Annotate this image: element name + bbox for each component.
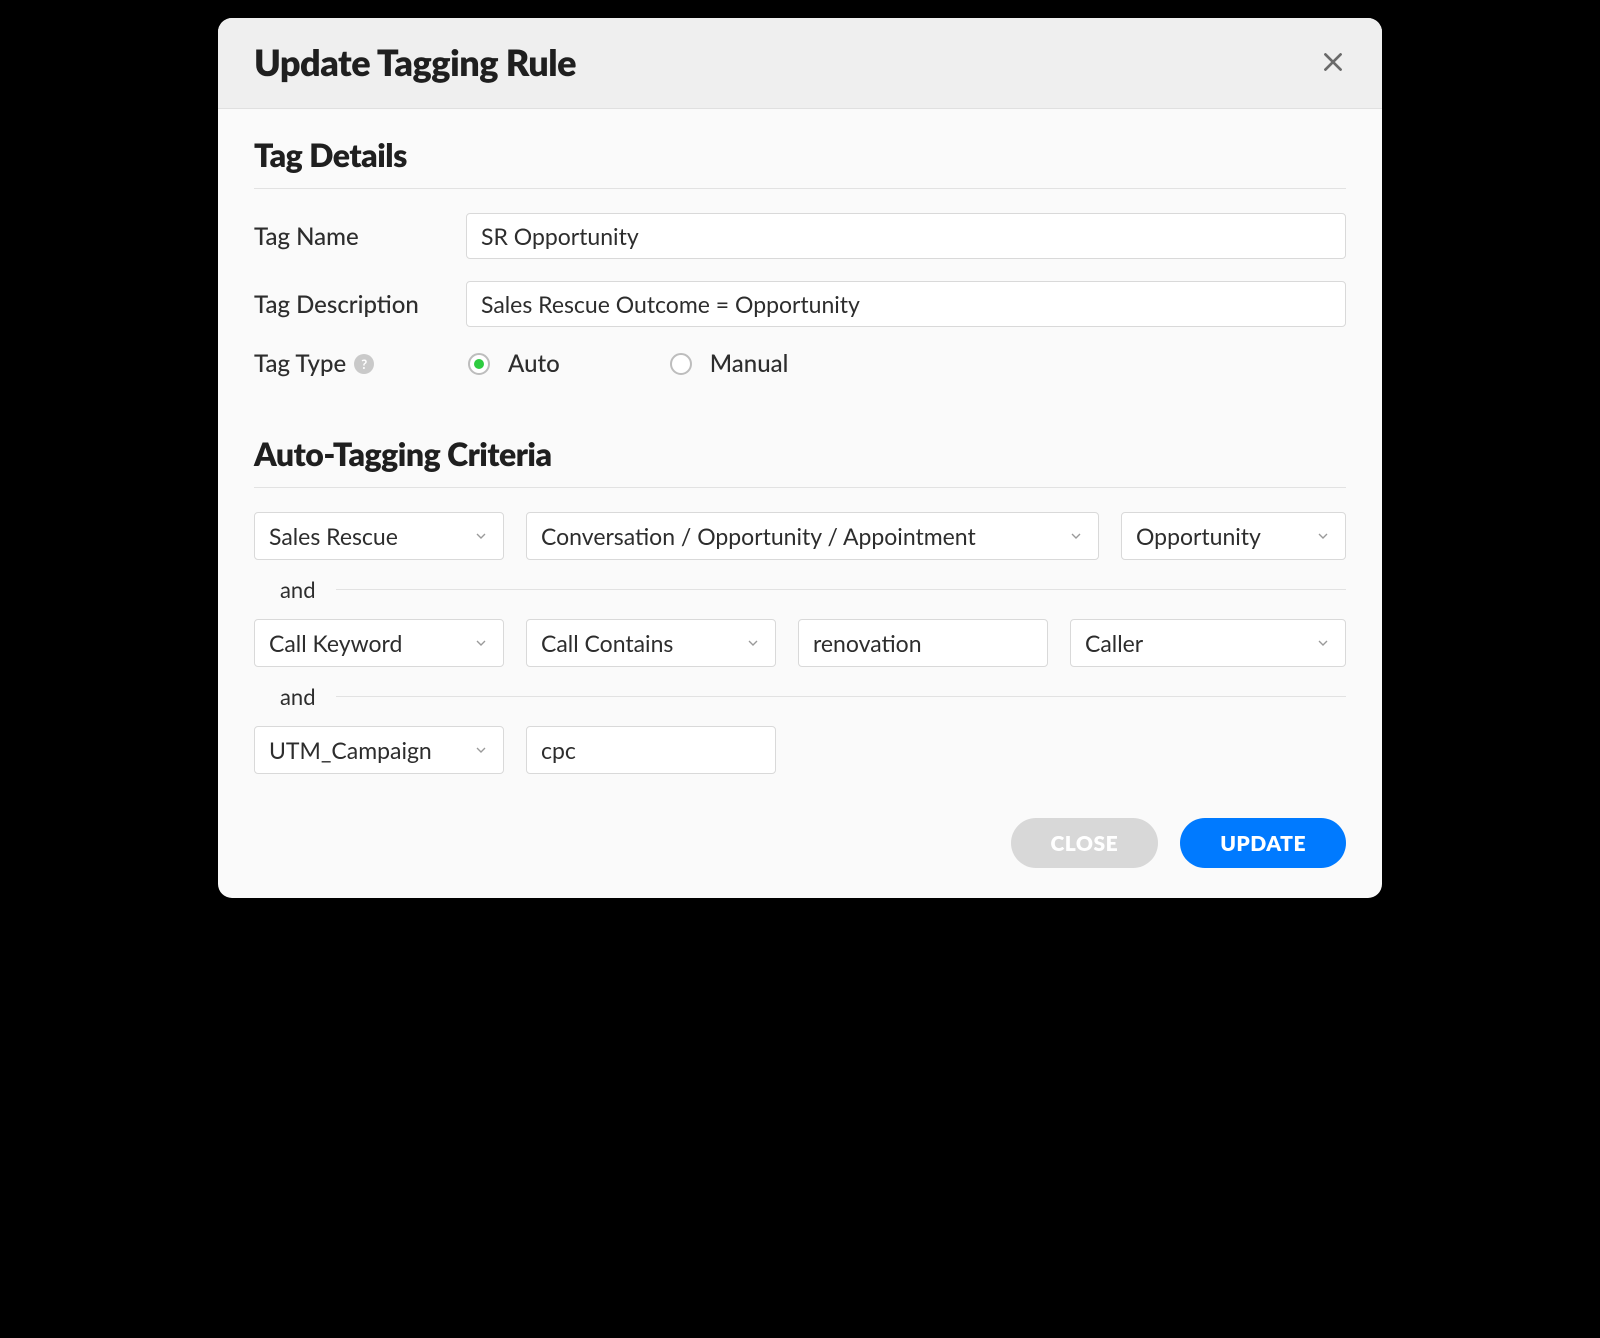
tag-type-label: Tag Type ? [254, 349, 466, 378]
select-value: Call Contains [541, 629, 673, 657]
criteria-value-select[interactable]: Opportunity [1121, 512, 1346, 560]
connector-label: and [280, 683, 316, 710]
tag-details-heading: Tag Details [254, 135, 1346, 174]
tag-name-row: Tag Name [254, 213, 1346, 259]
chevron-down-icon [1315, 528, 1331, 544]
criteria-field-select[interactable]: Call Keyword [254, 619, 504, 667]
select-value: Opportunity [1136, 522, 1261, 550]
chevron-down-icon [1315, 635, 1331, 651]
criteria-extra-select[interactable]: Caller [1070, 619, 1346, 667]
criteria-row: Call Keyword Call Contains Caller [254, 619, 1346, 667]
criteria-connector: and [254, 576, 1346, 603]
criteria-row: UTM_Campaign [254, 726, 1346, 774]
criteria-container: Sales Rescue Conversation / Opportunity … [254, 512, 1346, 774]
tag-type-manual-label: Manual [710, 349, 789, 378]
tag-type-radio-group: Auto Manual [466, 349, 788, 378]
tag-type-label-text: Tag Type [254, 349, 346, 378]
select-value: Sales Rescue [269, 522, 398, 550]
tag-description-input[interactable] [466, 281, 1346, 327]
tag-description-label: Tag Description [254, 290, 466, 319]
close-icon[interactable] [1320, 49, 1346, 75]
modal-footer: CLOSE UPDATE [254, 818, 1346, 868]
tag-description-row: Tag Description [254, 281, 1346, 327]
modal-body: Tag Details Tag Name Tag Description Tag… [218, 109, 1382, 898]
criteria-field-select[interactable]: Sales Rescue [254, 512, 504, 560]
modal-header: Update Tagging Rule [218, 18, 1382, 109]
tag-type-auto-label: Auto [508, 349, 560, 378]
chevron-down-icon [473, 635, 489, 651]
chevron-down-icon [745, 635, 761, 651]
select-value: Caller [1085, 629, 1143, 657]
section-divider [254, 487, 1346, 488]
select-value: UTM_Campaign [269, 736, 432, 764]
radio-checked-icon [468, 353, 490, 375]
tag-type-manual-radio[interactable]: Manual [670, 349, 789, 378]
tag-name-input[interactable] [466, 213, 1346, 259]
help-icon[interactable]: ? [354, 354, 374, 374]
update-tagging-rule-modal: Update Tagging Rule Tag Details Tag Name… [218, 18, 1382, 898]
connector-line [336, 696, 1346, 697]
chevron-down-icon [1068, 528, 1084, 544]
update-button[interactable]: UPDATE [1180, 818, 1346, 868]
connector-label: and [280, 576, 316, 603]
chevron-down-icon [473, 528, 489, 544]
modal-title: Update Tagging Rule [254, 40, 576, 84]
select-value: Call Keyword [269, 629, 402, 657]
criteria-operator-select[interactable]: Conversation / Opportunity / Appointment [526, 512, 1099, 560]
close-button[interactable]: CLOSE [1011, 818, 1159, 868]
criteria-field-select[interactable]: UTM_Campaign [254, 726, 504, 774]
tag-name-label: Tag Name [254, 222, 466, 251]
criteria-heading: Auto-Tagging Criteria [254, 434, 1346, 473]
criteria-connector: and [254, 683, 1346, 710]
criteria-row: Sales Rescue Conversation / Opportunity … [254, 512, 1346, 560]
select-value: Conversation / Opportunity / Appointment [541, 522, 976, 550]
criteria-value-input[interactable] [798, 619, 1048, 667]
tag-type-row: Tag Type ? Auto Manual [254, 349, 1346, 378]
section-divider [254, 188, 1346, 189]
tag-type-auto-radio[interactable]: Auto [468, 349, 560, 378]
criteria-value-input[interactable] [526, 726, 776, 774]
criteria-operator-select[interactable]: Call Contains [526, 619, 776, 667]
radio-unchecked-icon [670, 353, 692, 375]
chevron-down-icon [473, 742, 489, 758]
connector-line [336, 589, 1346, 590]
criteria-section: Auto-Tagging Criteria Sales Rescue Conve… [254, 434, 1346, 774]
